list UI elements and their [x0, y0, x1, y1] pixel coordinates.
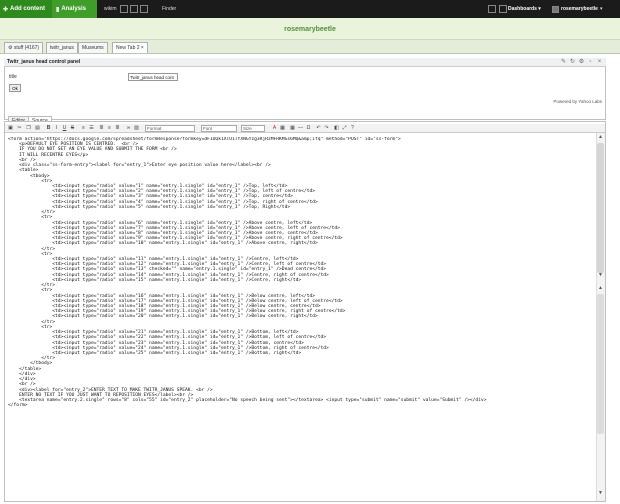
add-content-button[interactable]: ✚ Add content — [0, 0, 52, 18]
copy-icon[interactable]: ❐ — [25, 125, 32, 132]
module-title: Twitr_janus head control panel — [4, 58, 606, 67]
square-icon — [120, 5, 128, 13]
image-icon[interactable]: ▨ — [133, 125, 140, 132]
help-icon[interactable]: ? — [349, 125, 356, 132]
editor-toolbar: ▣ ✂ ❐ ▤ B I U S ≡ ☰ ≣ ≡ ≣ ∞ ▨ Format Fon… — [5, 124, 605, 133]
strikethrough-icon[interactable]: S — [69, 125, 76, 132]
tab-twitr-janus[interactable]: twitr_janus — [46, 42, 78, 53]
window-icon — [499, 5, 507, 13]
maximize-icon[interactable]: ⤢ — [341, 125, 348, 132]
bar-chart-icon: ▮ — [56, 6, 60, 13]
source-code-textarea[interactable]: <form action="https://docs.google.com/sp… — [8, 137, 594, 499]
italic-icon[interactable]: I — [53, 125, 60, 132]
square-icon — [140, 5, 148, 13]
settings-icon[interactable]: ⚙ — [578, 59, 585, 66]
analysis-label: Analysis — [61, 6, 86, 12]
size-select[interactable]: Size — [241, 125, 265, 132]
title-input[interactable] — [128, 73, 178, 81]
save-icon[interactable]: ▣ — [7, 125, 14, 132]
special-char-icon[interactable]: Ω — [305, 125, 312, 132]
scrollbar-thumb[interactable] — [597, 143, 604, 273]
square-icon — [130, 5, 138, 13]
control-panel-module — [4, 58, 606, 120]
paste-icon[interactable]: ▤ — [34, 125, 41, 132]
scroll-up-icon[interactable]: ▲ — [597, 285, 604, 292]
background-color-icon[interactable]: ▦ — [279, 125, 286, 132]
align-center-icon[interactable]: ≡ — [106, 125, 113, 132]
scroll-down-icon[interactable]: ▼ — [597, 272, 604, 279]
plus-icon: ✚ — [3, 6, 9, 13]
numbered-list-icon[interactable]: ≡ — [80, 125, 87, 132]
underline-icon[interactable]: U — [61, 125, 68, 132]
align-right-icon[interactable]: ≣ — [114, 125, 121, 132]
text-color-icon[interactable]: A — [271, 125, 278, 132]
page-title: rosemarybeetle — [284, 26, 336, 33]
undo-icon[interactable]: ↶ — [315, 125, 322, 132]
cut-icon[interactable]: ✂ — [16, 125, 23, 132]
close-icon[interactable]: × — [596, 59, 603, 66]
link-icon[interactable]: ∞ — [125, 125, 132, 132]
bullet-list-icon[interactable]: ☰ — [88, 125, 95, 132]
scroll-down-icon[interactable]: ▼ — [597, 490, 604, 497]
scroll-up-icon[interactable]: ▲ — [597, 134, 604, 141]
minimize-icon[interactable]: ▫ — [587, 59, 594, 66]
window-icon — [488, 5, 496, 13]
chevron-down-icon: ▾ — [536, 6, 541, 12]
add-content-label: Add content — [10, 6, 46, 12]
edit-icon[interactable]: ✎ — [560, 59, 567, 66]
close-icon[interactable]: × — [140, 45, 144, 51]
table-icon[interactable]: ▦ — [289, 125, 296, 132]
format-select[interactable]: Format — [145, 125, 195, 132]
source-icon[interactable]: ◧ — [333, 125, 340, 132]
scrollbar-thumb[interactable] — [597, 294, 604, 434]
analysis-button[interactable]: ▮ Analysis — [52, 0, 97, 18]
align-left-icon[interactable]: ≣ — [98, 125, 105, 132]
tab-new-tab-2[interactable]: New Tab 2 × — [112, 42, 148, 53]
topbar-icon-group[interactable] — [120, 0, 148, 18]
ok-button[interactable]: Ok — [9, 84, 21, 92]
title-field-label: title — [9, 74, 17, 80]
chevron-down-icon: ▾ — [599, 6, 603, 12]
powered-by-text: Powered by Yahoo Labs — [553, 99, 602, 104]
refresh-icon[interactable]: ↻ — [569, 59, 576, 66]
redo-icon[interactable]: ↷ — [323, 125, 330, 132]
horizontal-rule-icon[interactable]: — — [297, 125, 304, 132]
user-menu[interactable]: rosemarybeetle ▾ — [552, 0, 602, 18]
finder-link[interactable]: Finder — [162, 0, 176, 18]
dashboards-menu[interactable]: Dashboards ▾ — [508, 0, 541, 18]
font-select[interactable]: Font — [201, 125, 237, 132]
tab-museums[interactable]: Museums — [78, 42, 108, 53]
wikim-link[interactable]: wikim — [104, 0, 117, 18]
tab-stuff[interactable]: ⚙ stuff (4167) — [4, 42, 44, 53]
avatar — [552, 5, 559, 13]
bold-icon[interactable]: B — [45, 125, 52, 132]
topbar-window-icons[interactable] — [488, 0, 507, 18]
